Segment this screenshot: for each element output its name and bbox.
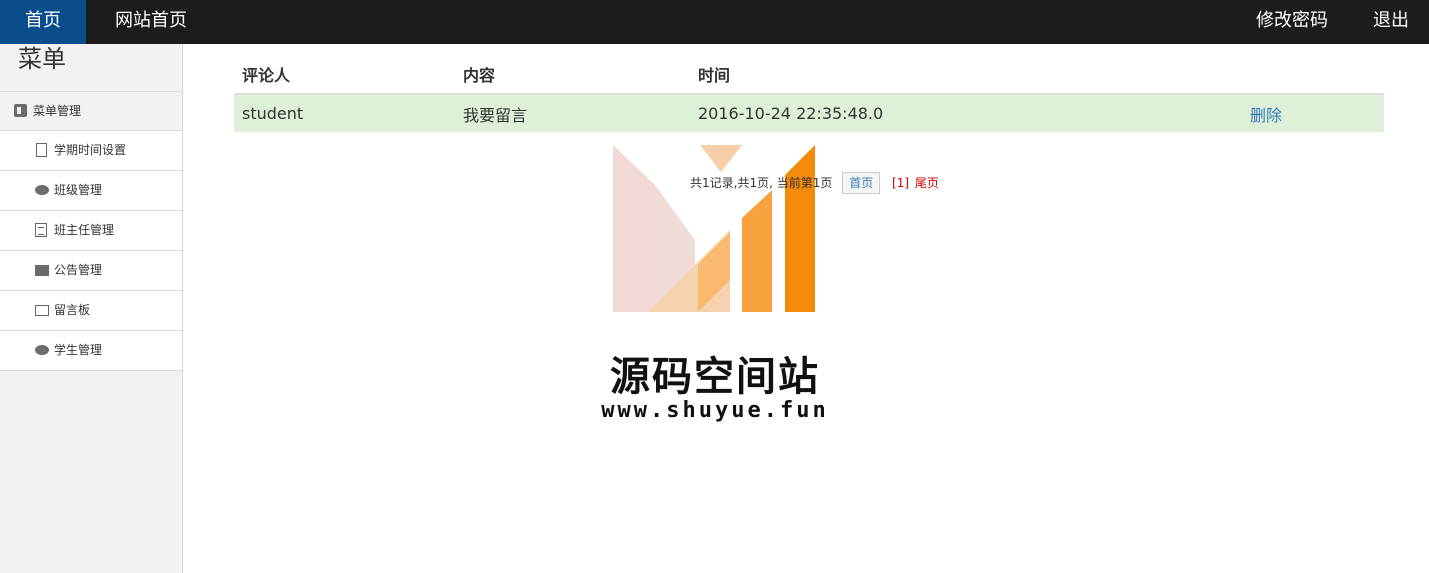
- sidebar-title: 菜单: [18, 45, 66, 73]
- comment-icon: [35, 185, 49, 195]
- cell-author: student: [234, 94, 455, 132]
- main-content: 评论人 内容 时间 student 我要留言 2016-10-24 22:35:…: [234, 54, 1384, 132]
- sidebar-item-head-teacher[interactable]: 班主任管理: [0, 211, 182, 251]
- envelope-icon: [35, 305, 49, 316]
- top-navbar: 首页 网站首页 修改密码 退出: [0, 0, 1429, 44]
- header-time: 时间: [690, 54, 1242, 95]
- sidebar-item-semester[interactable]: 学期时间设置: [0, 131, 182, 171]
- sidebar-item-label: 班主任管理: [54, 223, 115, 237]
- pagination-last-link[interactable]: 尾页: [915, 176, 939, 190]
- nav-change-password-link[interactable]: 修改密码: [1256, 0, 1328, 44]
- watermark-logo-icon: [613, 145, 815, 312]
- sidebar-group-label: 菜单管理: [33, 104, 82, 118]
- sidebar-item-student[interactable]: 学生管理: [0, 331, 182, 371]
- sidebar-item-message-board[interactable]: 留言板: [0, 291, 182, 331]
- nav-home-link[interactable]: 首页: [0, 0, 86, 44]
- sidebar-item-label: 留言板: [54, 303, 91, 317]
- cell-time: 2016-10-24 22:35:48.0: [690, 94, 1242, 132]
- watermark-url: www.shuyue.fun: [601, 398, 829, 423]
- pagination-summary: 共1记录,共1页, 当前第1页: [690, 176, 833, 190]
- list-icon: [35, 223, 47, 237]
- sidebar-item-class[interactable]: 班级管理: [0, 171, 182, 211]
- nav-logout-link[interactable]: 退出: [1373, 0, 1409, 44]
- dashboard-icon: [14, 104, 27, 117]
- cell-content: 我要留言: [455, 94, 690, 132]
- table-row: student 我要留言 2016-10-24 22:35:48.0 删除: [234, 94, 1384, 132]
- sidebar-group-menu-manage[interactable]: 菜单管理: [0, 91, 182, 131]
- comment-icon: [35, 345, 49, 355]
- comments-table: 评论人 内容 时间 student 我要留言 2016-10-24 22:35:…: [234, 54, 1384, 132]
- header-action: [1242, 54, 1384, 95]
- header-author: 评论人: [234, 54, 455, 95]
- pagination-page-link[interactable]: [1]: [892, 176, 909, 190]
- pagination: 共1记录,共1页, 当前第1页 首页 [1] 尾页: [690, 172, 939, 194]
- delete-link[interactable]: 删除: [1250, 106, 1282, 125]
- book-icon: [35, 265, 49, 276]
- header-content: 内容: [455, 54, 690, 95]
- sidebar-item-label: 学生管理: [54, 343, 103, 357]
- sidebar-menu-list: 学期时间设置 班级管理 班主任管理 公告管理 留言板 学生管理: [0, 131, 182, 371]
- table-header-row: 评论人 内容 时间: [234, 54, 1384, 95]
- sidebar-item-label: 学期时间设置: [54, 143, 127, 157]
- sidebar-item-label: 班级管理: [54, 183, 103, 197]
- cell-action: 删除: [1242, 94, 1384, 132]
- sidebar-item-notice[interactable]: 公告管理: [0, 251, 182, 291]
- sidebar: 菜单 菜单管理 学期时间设置 班级管理 班主任管理 公告管理 留言板 学生管理: [0, 44, 183, 573]
- watermark-title: 源码空间站: [610, 354, 820, 400]
- pagination-first-button[interactable]: 首页: [842, 172, 881, 194]
- nav-site-home-link[interactable]: 网站首页: [115, 0, 187, 44]
- sidebar-item-label: 公告管理: [54, 263, 103, 277]
- file-icon: [36, 143, 47, 157]
